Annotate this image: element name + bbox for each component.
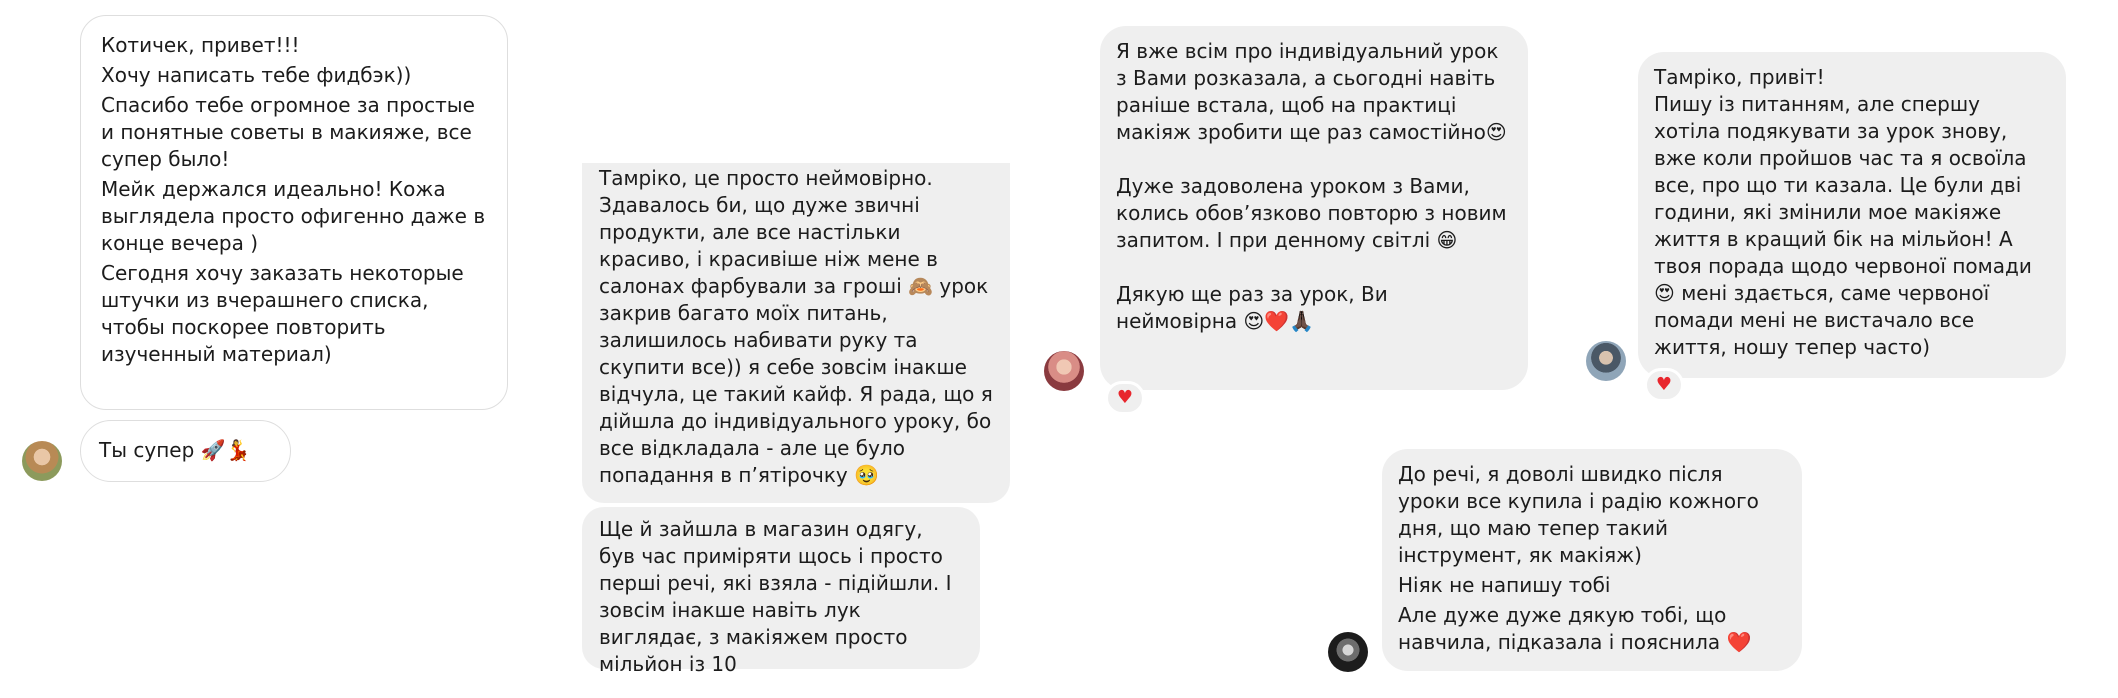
message-line: Хочу написать тебе фидбэк)) [101,63,412,87]
message-bubble: Ты супер 🚀💃 [80,420,291,482]
message-paragraph: Я вже всім про індивідуальний урок з Вам… [1116,39,1507,144]
message-paragraph: Дуже задоволена уроком з Вами, колись об… [1116,174,1507,252]
message-text: Ще й зайшла в магазин одягу, був час при… [599,517,952,676]
message-line: Мейк держался идеально! Кожа выглядела п… [101,177,486,255]
message-line: Котичек, привет!!! [101,33,300,57]
message-bubble: Тамріко, це просто неймовірно. Здавалось… [582,163,1010,503]
message-paragraph: Ніяк не напишу тобі [1398,573,1611,597]
message-text: Тамріко, це просто неймовірно. Здавалось… [599,166,993,487]
message-bubble: Я вже всім про індивідуальний урок з Вам… [1100,26,1528,390]
message-bubble: До речі, я доволі швидко після уроки все… [1382,449,1802,671]
message-paragraph: Дякую ще раз за урок, Ви неймовірна 😍❤️🙏… [1116,282,1388,333]
message-paragraph: Але дуже дуже дякую тобі, що навчила, пі… [1398,603,1752,654]
avatar-icon[interactable] [1328,632,1368,672]
message-text: Ты супер 🚀💃 [99,438,251,462]
message-greeting: Тамріко, привіт! [1654,65,1825,89]
message-bubble: Ще й зайшла в магазин одягу, був час при… [582,507,980,676]
heart-reaction-icon[interactable]: ♥ [1105,381,1145,415]
avatar-icon[interactable] [1044,351,1084,391]
message-bubble: Котичек, привет!!! Хочу написать тебе фи… [80,15,508,410]
message-line: Сегодня хочу заказать некоторые штучки и… [101,261,464,366]
message-line: Спасибо тебе огромное за простые и понят… [101,93,475,171]
message-bubble: Тамріко, привіт! Пишу із питанням, але с… [1638,52,2066,378]
avatar-icon[interactable] [22,441,62,481]
message-paragraph: До речі, я доволі швидко після уроки все… [1398,462,1759,567]
avatar-icon[interactable] [1586,341,1626,381]
heart-reaction-icon[interactable]: ♥ [1644,368,1684,402]
message-text: Пишу із питанням, але спершу хотіла подя… [1654,92,2032,359]
